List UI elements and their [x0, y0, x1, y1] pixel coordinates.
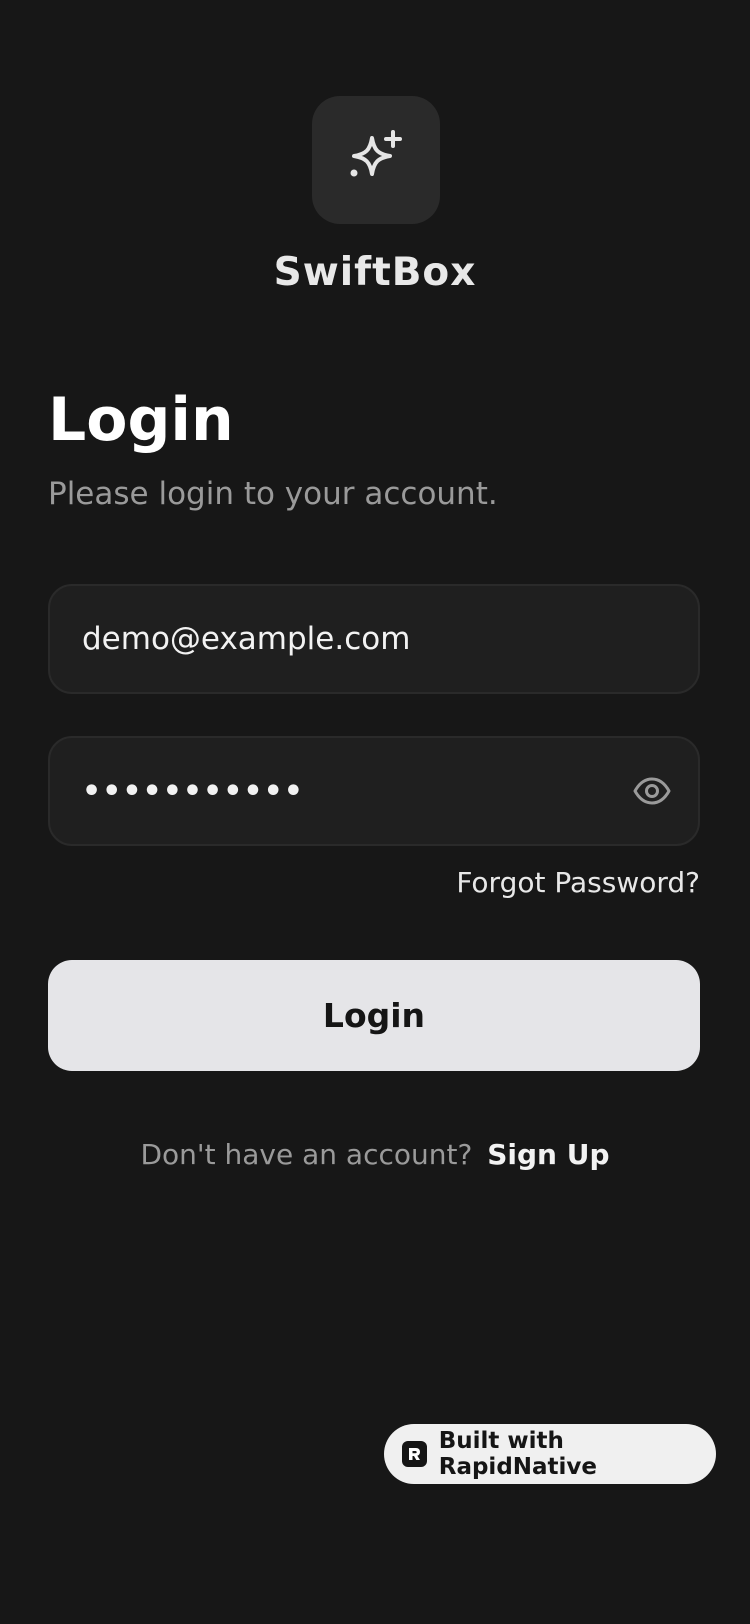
rapidnative-logo-icon [402, 1441, 427, 1467]
page-title: Login [48, 385, 234, 455]
login-button[interactable]: Login [48, 960, 700, 1071]
sparkles-icon [350, 130, 402, 177]
signup-link[interactable]: Sign Up [487, 1138, 609, 1171]
badge-label: Built with RapidNative [438, 1428, 598, 1480]
signup-prompt: Don't have an account? [140, 1138, 473, 1171]
built-with-badge[interactable]: Built with RapidNative [384, 1424, 716, 1484]
email-input[interactable]: demo@example.com [82, 621, 666, 657]
forgot-password-link[interactable]: Forgot Password? [456, 866, 700, 899]
page-subtitle: Please login to your account. [48, 476, 498, 512]
app-logo [312, 96, 440, 224]
eye-icon[interactable] [632, 771, 672, 811]
email-field[interactable]: demo@example.com [48, 584, 700, 694]
signup-row: Don't have an account? Sign Up [0, 1138, 750, 1171]
password-input[interactable]: ••••••••••• [82, 774, 632, 809]
password-field[interactable]: ••••••••••• [48, 736, 700, 846]
app-name: SwiftBox [273, 250, 477, 295]
